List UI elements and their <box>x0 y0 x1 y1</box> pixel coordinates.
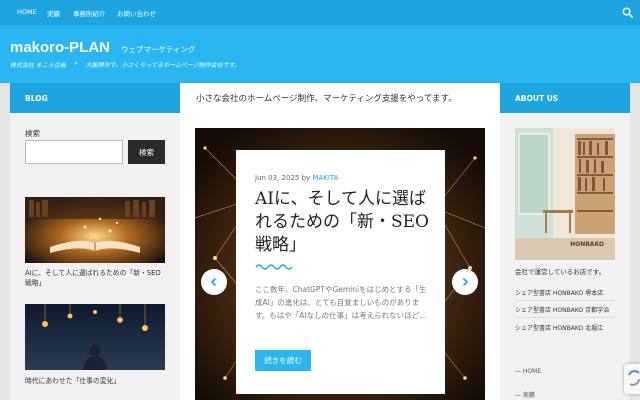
store-divider <box>515 317 615 318</box>
search-label: 検索 <box>25 129 40 138</box>
nav-contact[interactable]: お問い合わせ <box>117 8 156 18</box>
store-link-kitahorie[interactable]: シェア型書店 HONBAKO 北堀江 <box>515 323 603 332</box>
recaptcha-badge[interactable] <box>624 364 640 394</box>
breadcrumb-description: 大阪堺市で、小さくやってるホームページ制作会社です。 <box>85 62 241 69</box>
post-author-link[interactable]: MAKITA <box>312 174 338 182</box>
about-widget-title: ABOUT US <box>515 94 559 103</box>
slider-next-button[interactable] <box>452 269 478 295</box>
post-link-seo[interactable]: AIに、そして人に選ばれるための「新・SEO戦略」 <box>25 268 165 288</box>
post-link-work-change[interactable]: 時代にあわせた「仕事の変化」 <box>25 376 165 386</box>
blog-widget-header: BLOG <box>10 83 180 113</box>
store-logo-text: HONBAKO <box>570 241 604 248</box>
about-description: 会社で運営しているお店です。 <box>515 268 606 276</box>
nav-home[interactable]: HOME <box>17 8 37 16</box>
recaptcha-icon <box>628 370 640 386</box>
site-tagline: ウェブマーケティング <box>121 45 196 54</box>
nav-works[interactable]: 実績 <box>47 8 60 18</box>
site-title[interactable]: makoro-PLAN <box>10 39 110 56</box>
footer-nav-works[interactable]: — 実績 <box>515 390 535 399</box>
about-widget-header: ABOUT US <box>500 83 630 113</box>
post-meta: Jun 03, 2025 by MAKITA <box>255 174 338 182</box>
header-search-button[interactable] <box>615 0 640 25</box>
post-thumbnail-work-change[interactable] <box>25 304 165 370</box>
sidebar-search-input[interactable] <box>25 140 123 164</box>
post-thumbnail-seo[interactable] <box>25 197 165 263</box>
sidebar-search-button[interactable]: 検索 <box>128 140 165 164</box>
read-more-button[interactable]: 続きを読む <box>255 350 311 371</box>
featured-post-excerpt: ここ数年、ChatGPTやGeminiをはじめとする「生成AI」の進化は、とても… <box>255 285 427 320</box>
slider-prev-button[interactable] <box>201 269 227 295</box>
chevron-right-icon <box>462 277 469 287</box>
store-divider <box>515 300 615 301</box>
search-icon <box>622 7 633 18</box>
footer-nav-home[interactable]: — HOME <box>515 368 541 375</box>
footer-nav-works-label: 実績 <box>522 392 535 399</box>
featured-post-title[interactable]: AIに、そして人に選ばれるための「新・SEO戦略」 <box>255 188 435 257</box>
top-navigation: HOME 実績 事務所紹介 お問い合わせ <box>0 0 640 25</box>
nav-office[interactable]: 事務所紹介 <box>73 8 106 18</box>
breadcrumb: 株式会社 まころ企画 » 大阪堺市で、小さくやってるホームページ制作会社です。 <box>10 60 240 69</box>
intro-text: 小さな会社のホームページ制作、マーケティング支援をやってます。 <box>196 94 457 104</box>
breadcrumb-company[interactable]: 株式会社 まころ企画 <box>10 60 66 69</box>
site-header: makoro-PLAN ウェブマーケティング 株式会社 まころ企画 » 大阪堺市… <box>0 25 640 83</box>
chevron-left-icon <box>210 277 217 287</box>
wave-divider-icon <box>255 264 293 270</box>
post-date: Jun 03, 2025 <box>255 174 300 182</box>
blog-widget-title: BLOG <box>25 94 48 103</box>
store-link-uji[interactable]: シェア型書店 HONBAKO 京都宇治 <box>515 305 609 314</box>
store-link-sakai[interactable]: シェア型書店 HONBAKO 堺本店 <box>515 288 603 297</box>
bookstore-photo[interactable]: HONBAKO <box>515 128 615 260</box>
footer-nav-home-label: HOME <box>522 368 542 375</box>
breadcrumb-separator: » <box>73 60 78 67</box>
post-by: by <box>301 174 311 182</box>
